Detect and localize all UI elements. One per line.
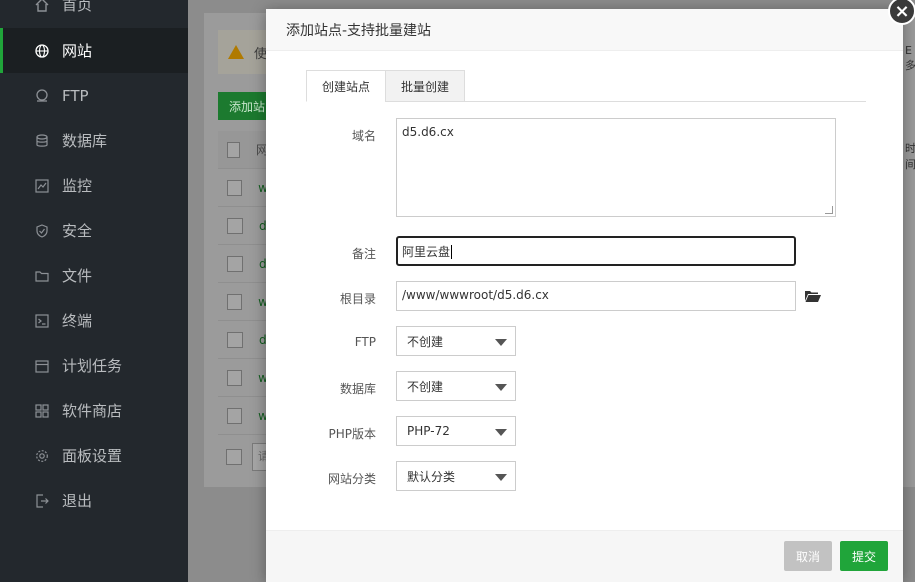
chevron-down-icon (495, 339, 507, 346)
root-dir-value: /www/wwwroot/d5.d6.cx (402, 288, 549, 302)
dialog-title: 添加站点-支持批量建站 (266, 9, 903, 51)
sidebar-item-logout[interactable]: 退出 (0, 478, 188, 523)
sidebar-item-settings[interactable]: 面板设置 (0, 433, 188, 478)
table-header: 网 (218, 131, 268, 169)
row-checkbox[interactable] (227, 255, 243, 272)
ftp-select[interactable]: 不创建 (396, 326, 516, 356)
sidebar-item-label: 软件商店 (62, 402, 123, 420)
sidebar-item-website[interactable]: 网站 (0, 28, 188, 73)
sidebar-item-home[interactable]: 首页 (0, 0, 188, 27)
database-label: 数据库 (339, 382, 376, 396)
sidebar-item-label: 数据库 (62, 132, 108, 150)
sidebar-item-label: 首页 (62, 0, 93, 14)
sidebar-item-files[interactable]: 文件 (0, 253, 188, 298)
table-row[interactable]: w (218, 397, 268, 435)
table-row[interactable]: w (218, 283, 268, 321)
sidebar-item-database[interactable]: 数据库 (0, 118, 188, 163)
text-cursor (451, 245, 453, 259)
sidebar-item-label: 面板设置 (62, 447, 123, 465)
row-checkbox[interactable] (227, 217, 243, 234)
sidebar-item-store[interactable]: 软件商店 (0, 388, 188, 433)
row-checkbox[interactable] (227, 331, 243, 348)
root-dir-label: 根目录 (339, 292, 376, 306)
calendar-icon (34, 358, 50, 374)
table-footer: 请 (226, 443, 269, 471)
row-checkbox[interactable] (227, 293, 243, 310)
sidebar-item-label: 计划任务 (62, 357, 123, 375)
sidebar-item-cron[interactable]: 计划任务 (0, 343, 188, 388)
table-row[interactable]: d (218, 207, 268, 245)
database-select-value: 不创建 (407, 379, 444, 394)
shield-icon (34, 223, 50, 239)
terminal-icon (34, 313, 50, 329)
right-peek-text: E多 (905, 44, 915, 72)
note-value: 阿里云盘 (402, 245, 451, 259)
sidebar-item-label: 监控 (62, 177, 93, 195)
php-version-select[interactable]: PHP-72 (396, 416, 516, 446)
ftp-icon (34, 88, 50, 104)
folder-open-icon[interactable] (805, 290, 821, 302)
note-input[interactable]: 阿里云盘 (396, 236, 796, 266)
row-checkbox[interactable] (227, 179, 243, 196)
warning-icon (228, 45, 244, 59)
gear-icon (34, 448, 50, 464)
close-icon[interactable]: × (888, 0, 915, 25)
sidebar-item-ftp[interactable]: FTP (0, 73, 188, 118)
root-dir-input[interactable]: /www/wwwroot/d5.d6.cx (396, 281, 796, 311)
folder-icon (34, 268, 50, 284)
database-select[interactable]: 不创建 (396, 371, 516, 401)
home-icon (34, 0, 50, 13)
chevron-down-icon (495, 384, 507, 391)
ftp-select-value: 不创建 (407, 334, 444, 349)
php-version-value: PHP-72 (407, 424, 450, 438)
row-checkbox[interactable] (227, 407, 243, 424)
domain-label: 域名 (351, 129, 376, 143)
category-value: 默认分类 (407, 469, 456, 484)
sidebar-item-label: 终端 (62, 312, 93, 330)
footer-checkbox[interactable] (226, 449, 242, 465)
globe-icon (34, 43, 50, 59)
sidebar-item-label: 退出 (62, 492, 93, 510)
apps-icon (34, 403, 50, 419)
sidebar-item-security[interactable]: 安全 (0, 208, 188, 253)
monitor-icon (34, 178, 50, 194)
category-select[interactable]: 默认分类 (396, 461, 516, 491)
table-row[interactable]: d (218, 245, 268, 283)
right-peek-column: 时间 (905, 142, 915, 171)
sidebar-item-monitor[interactable]: 监控 (0, 163, 188, 208)
submit-button[interactable]: 提交 (840, 541, 888, 571)
cancel-button[interactable]: 取消 (784, 541, 832, 571)
table-row[interactable]: w (218, 169, 268, 207)
tab-create-site[interactable]: 创建站点 (306, 70, 387, 102)
dialog-tabs: 创建站点 批量创建 (306, 70, 866, 102)
domain-textarea[interactable]: d5.d6.cx (396, 118, 836, 217)
select-all-checkbox[interactable] (227, 141, 240, 158)
sidebar-item-label: 安全 (62, 222, 93, 240)
table-row[interactable]: w (218, 359, 268, 397)
site-table: 网 w d d w d w w (218, 131, 268, 435)
table-row[interactable]: d (218, 321, 268, 359)
row-checkbox[interactable] (227, 369, 243, 386)
sidebar-item-label: FTP (62, 86, 89, 105)
logout-icon (34, 493, 50, 509)
domain-value: d5.d6.cx (402, 125, 454, 139)
sidebar-item-label: 文件 (62, 267, 93, 285)
tab-batch-create[interactable]: 批量创建 (385, 70, 466, 102)
database-icon (34, 133, 50, 149)
chevron-down-icon (495, 429, 507, 436)
resize-handle-icon[interactable] (825, 206, 833, 214)
sidebar-item-terminal[interactable]: 终端 (0, 298, 188, 343)
sidebar-item-label: 网站 (62, 42, 93, 60)
ftp-label: FTP (354, 335, 376, 349)
dialog-footer: 取消 提交 (266, 530, 903, 582)
chevron-down-icon (495, 474, 507, 481)
sidebar: 首页 网站 FTP 数据库 监控 安全 文件 终端 计划任务 软件商店 面板设置… (0, 0, 188, 582)
note-label: 备注 (351, 247, 376, 261)
add-site-dialog: 添加站点-支持批量建站 创建站点 批量创建 域名 d5.d6.cx 备注 阿里云… (266, 9, 903, 582)
php-version-label: PHP版本 (328, 427, 377, 441)
category-label: 网站分类 (327, 472, 376, 486)
